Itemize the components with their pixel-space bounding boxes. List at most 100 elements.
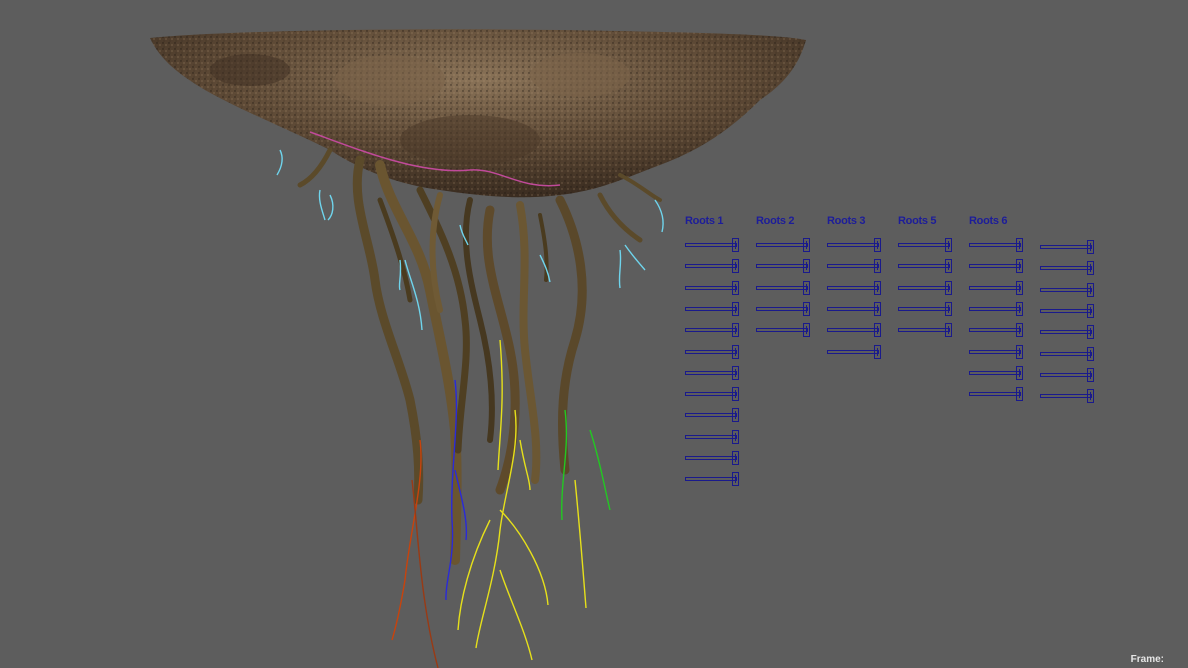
slider-track [827,349,879,354]
slider-handle[interactable] [803,259,810,274]
slider-track [827,243,879,247]
root-control-slider[interactable] [685,238,741,252]
slider-handle[interactable] [874,301,881,316]
slider-handle[interactable] [1087,282,1094,297]
root-control-slider[interactable] [685,472,741,487]
root-control-slider[interactable] [827,344,883,359]
slider-handle[interactable] [1087,389,1094,404]
root-control-slider[interactable] [685,259,741,274]
root-control-slider[interactable] [756,259,812,274]
root-trunks[interactable] [297,147,662,565]
root-control-slider[interactable] [969,259,1025,274]
slider-track [827,306,879,311]
root-control-slider[interactable] [685,408,741,423]
slider-handle[interactable] [732,323,739,338]
slider-handle[interactable] [732,238,739,252]
root-control-slider[interactable] [685,365,741,380]
root-control-slider[interactable] [898,280,954,295]
slider-handle[interactable] [732,408,739,423]
slider-handle[interactable] [803,238,810,252]
root-control-slider[interactable] [1040,367,1096,382]
root-control-slider[interactable] [685,301,741,316]
slider-handle[interactable] [732,472,739,487]
slider-handle[interactable] [874,238,881,252]
root-control-slider[interactable] [827,280,883,295]
root-control-slider[interactable] [756,301,812,316]
slider-handle[interactable] [1087,346,1094,361]
slider-handle[interactable] [732,429,739,444]
slider-handle[interactable] [1087,261,1094,276]
slider-handle[interactable] [1016,365,1023,380]
root-control-slider[interactable] [827,323,883,338]
slider-track [1040,330,1092,335]
root-control-slider[interactable] [969,280,1025,295]
root-control-slider[interactable] [1040,346,1096,361]
root-control-slider[interactable] [898,323,954,338]
slider-handle[interactable] [1016,259,1023,274]
root-control-slider[interactable] [685,451,741,465]
slider-handle[interactable] [945,280,952,295]
maya-3d-viewport[interactable]: Roots 1 Roots 2 Roots 3 Roots 5 Roots 6 Fram… [0,0,1188,668]
root-control-slider[interactable] [756,323,812,338]
slider-handle[interactable] [874,344,881,359]
root-control-slider[interactable] [685,344,741,359]
root-control-slider[interactable] [685,429,741,444]
slider-handle[interactable] [1016,238,1023,252]
slider-track [969,243,1021,247]
root-control-slider[interactable] [756,280,812,295]
root-control-slider[interactable] [1040,303,1096,318]
slider-handle[interactable] [1016,344,1023,359]
slider-handle[interactable] [1016,301,1023,316]
root-control-slider[interactable] [827,259,883,274]
slider-handle[interactable] [732,365,739,380]
slider-handle[interactable] [1087,367,1094,382]
root-control-slider[interactable] [827,238,883,252]
slider-handle[interactable] [945,301,952,316]
slider-handle[interactable] [732,451,739,465]
root-control-slider[interactable] [1040,261,1096,276]
root-control-slider[interactable] [898,238,954,252]
slider-handle[interactable] [1016,387,1023,402]
slider-handle[interactable] [732,344,739,359]
slider-handle[interactable] [1087,325,1094,340]
root-control-slider[interactable] [898,259,954,274]
slider-handle[interactable] [803,280,810,295]
slider-handle[interactable] [732,259,739,274]
slider-handle[interactable] [1016,280,1023,295]
root-control-slider[interactable] [1040,282,1096,297]
slider-handle[interactable] [1016,323,1023,338]
slider-handle[interactable] [1087,303,1094,318]
slider-handle[interactable] [945,259,952,274]
slider-handle[interactable] [1087,240,1094,254]
slider-handle[interactable] [945,238,952,252]
slider-track [827,285,879,290]
root-control-slider[interactable] [1040,389,1096,404]
root-control-slider[interactable] [969,238,1025,252]
root-control-slider[interactable] [685,323,741,338]
control-column-label: Roots 5 [898,215,937,227]
root-curves[interactable] [276,149,664,668]
slider-handle[interactable] [732,280,739,295]
root-control-slider[interactable] [1040,325,1096,340]
slider-handle[interactable] [803,301,810,316]
slider-handle[interactable] [732,301,739,316]
root-control-slider[interactable] [756,238,812,252]
slider-track [1040,308,1092,313]
root-control-slider[interactable] [969,365,1025,380]
slider-handle[interactable] [945,323,952,338]
root-control-slider[interactable] [1040,240,1096,254]
slider-handle[interactable] [732,387,739,402]
floating-island[interactable] [150,29,806,198]
root-control-slider[interactable] [898,301,954,316]
slider-handle[interactable] [874,259,881,274]
slider-handle[interactable] [874,280,881,295]
root-control-slider[interactable] [827,301,883,316]
root-control-slider[interactable] [969,301,1025,316]
slider-handle[interactable] [874,323,881,338]
slider-handle[interactable] [803,323,810,338]
root-control-slider[interactable] [969,387,1025,402]
root-control-slider[interactable] [685,280,741,295]
root-control-slider[interactable] [969,323,1025,338]
root-control-slider[interactable] [685,387,741,402]
root-control-slider[interactable] [969,344,1025,359]
